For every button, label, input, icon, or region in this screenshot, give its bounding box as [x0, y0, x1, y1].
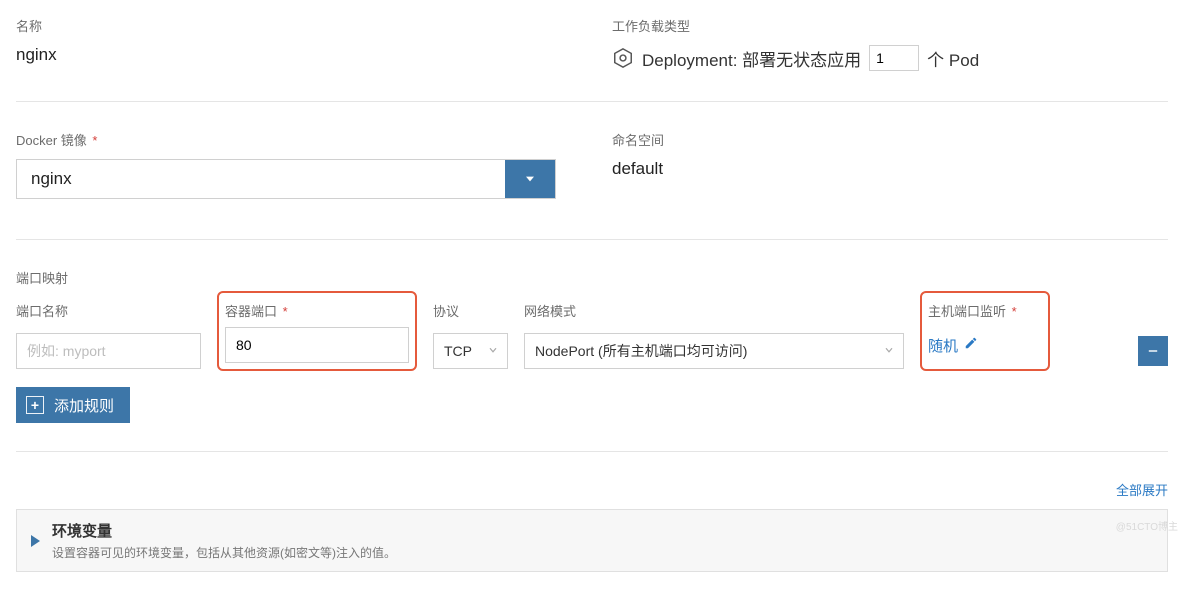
port-mapping-section: 端口映射 端口名称 容器端口 * 协议 TCP 网络模式 NodePort (所…: [16, 268, 1168, 423]
divider: [16, 101, 1168, 102]
triangle-right-icon: [31, 535, 40, 547]
chevron-down-icon: [883, 343, 895, 359]
protocol-col: 协议 TCP: [433, 301, 508, 369]
workload-suffix: 个 Pod: [927, 46, 979, 71]
protocol-value: TCP: [444, 343, 472, 359]
env-desc: 设置容器可见的环境变量，包括从其他资源(如密文等)注入的值。: [52, 544, 396, 561]
protocol-label: 协议: [433, 301, 508, 319]
container-port-highlight: 容器端口 *: [217, 291, 417, 371]
workload-prefix: Deployment: 部署无状态应用: [642, 46, 861, 71]
row-image-namespace: Docker 镜像 * 命名空间 default: [16, 130, 1168, 199]
network-mode-col: 网络模式 NodePort (所有主机端口均可访问): [524, 301, 904, 369]
watermark: @51CTO博主: [1116, 518, 1178, 533]
name-value: nginx: [16, 45, 572, 65]
port-mapping-title: 端口映射: [16, 268, 1168, 287]
port-name-label: 端口名称: [16, 301, 201, 319]
port-name-input[interactable]: [16, 333, 201, 369]
namespace-value: default: [612, 159, 1168, 179]
docker-image-dropdown-button[interactable]: [505, 160, 555, 198]
namespace-field: 命名空间 default: [612, 130, 1168, 199]
network-mode-value: NodePort (所有主机端口均可访问): [535, 341, 747, 361]
host-port-highlight: 主机端口监听 * 随机: [920, 291, 1050, 371]
protocol-select[interactable]: TCP: [433, 333, 508, 369]
container-port-input[interactable]: [225, 327, 409, 363]
chevron-down-icon: [487, 343, 499, 359]
row-name-workload: 名称 nginx 工作负载类型 Deployment: 部署无状态应用 个 Po…: [16, 16, 1168, 71]
workload-line: Deployment: 部署无状态应用 个 Pod: [612, 45, 1168, 71]
env-title: 环境变量: [52, 520, 396, 541]
host-port-random-link[interactable]: 随机: [928, 327, 978, 363]
port-grid: 端口名称 容器端口 * 协议 TCP 网络模式 NodePort (所有主机端口…: [16, 301, 1168, 371]
workload-label: 工作负载类型: [612, 16, 1168, 35]
network-mode-label: 网络模式: [524, 301, 904, 319]
edit-icon: [964, 336, 978, 354]
env-body: 环境变量 设置容器可见的环境变量，包括从其他资源(如密文等)注入的值。: [52, 520, 396, 561]
add-rule-label: 添加规则: [54, 395, 114, 416]
add-rule-button[interactable]: + 添加规则: [16, 387, 130, 423]
port-name-col: 端口名称: [16, 301, 201, 369]
remove-rule-button[interactable]: [1138, 336, 1168, 366]
env-collapsible[interactable]: 环境变量 设置容器可见的环境变量，包括从其他资源(如密文等)注入的值。: [16, 509, 1168, 572]
expand-all-link[interactable]: 全部展开: [16, 480, 1168, 499]
docker-image-input-wrap: [16, 159, 556, 199]
pod-count-input[interactable]: [869, 45, 919, 71]
plus-icon: +: [26, 396, 44, 414]
divider: [16, 451, 1168, 452]
deployment-icon: [612, 47, 634, 69]
namespace-label: 命名空间: [612, 130, 1168, 149]
host-port-value: 随机: [928, 335, 958, 356]
docker-image-input[interactable]: [17, 160, 505, 198]
divider: [16, 239, 1168, 240]
workload-field: 工作负载类型 Deployment: 部署无状态应用 个 Pod: [612, 16, 1168, 71]
docker-image-field: Docker 镜像 *: [16, 130, 572, 199]
name-label: 名称: [16, 16, 572, 35]
network-mode-select[interactable]: NodePort (所有主机端口均可访问): [524, 333, 904, 369]
host-port-label: 主机端口监听 *: [928, 301, 1042, 319]
docker-image-label: Docker 镜像 *: [16, 130, 572, 149]
container-port-label: 容器端口 *: [225, 301, 409, 319]
name-field: 名称 nginx: [16, 16, 572, 71]
